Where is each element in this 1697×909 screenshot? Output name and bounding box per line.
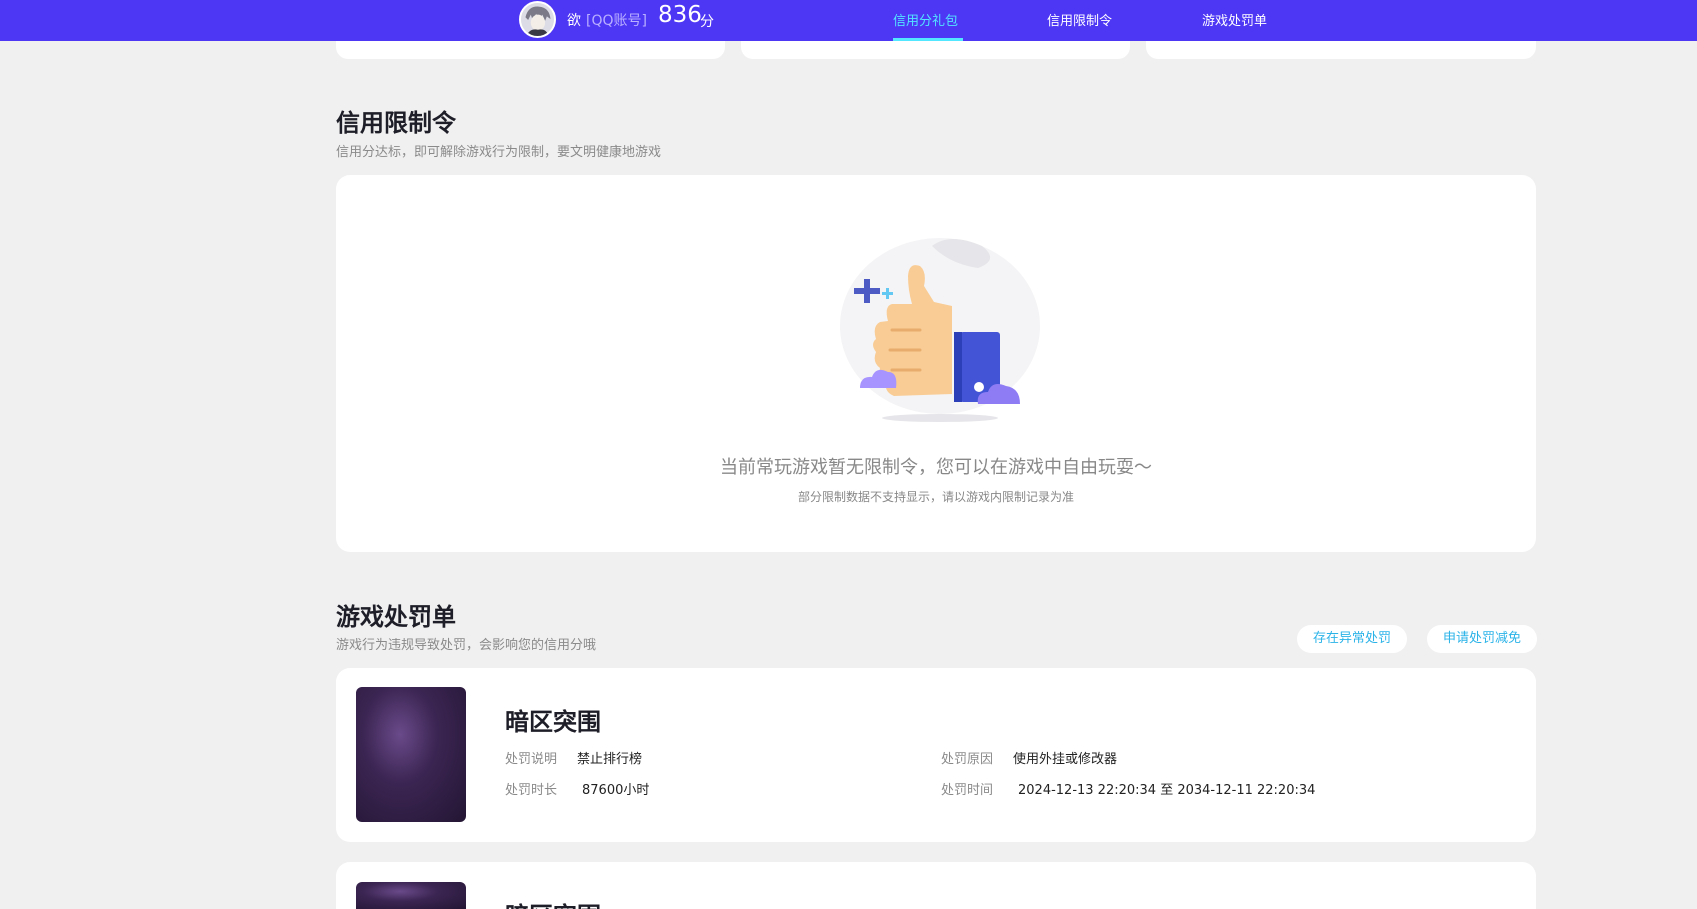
penalty-time-label: 处罚时间 xyxy=(941,783,994,798)
thumbs-up-illustration xyxy=(832,232,1047,427)
credit-score-unit: 分 xyxy=(700,14,714,30)
penalty-section-title: 游戏处罚单 xyxy=(336,603,456,631)
penalty-desc-value: 禁止排行榜 xyxy=(577,752,643,767)
restriction-section-title: 信用限制令 xyxy=(336,109,456,137)
appeal-penalty-button[interactable]: 申请处罚减免 xyxy=(1427,625,1537,653)
penalty-duration-value: 87600小时 xyxy=(582,783,650,798)
empty-state-note: 部分限制数据不支持显示，请以游戏内限制记录为准 xyxy=(797,490,1074,504)
penalty-section-subtitle: 游戏行为违规导致处罚，会影响您的信用分哦 xyxy=(336,638,597,653)
game-thumbnail xyxy=(356,687,466,822)
restriction-section-subtitle: 信用分达标，即可解除游戏行为限制，要文明健康地游戏 xyxy=(336,145,662,160)
avatar[interactable] xyxy=(519,1,556,38)
penalty-game-title-clip: 暗区突围 xyxy=(505,888,705,909)
nav-game-penalty[interactable]: 游戏处罚单 xyxy=(1202,10,1267,29)
nav-credit-gift[interactable]: 信用分礼包 xyxy=(893,10,958,29)
top-bar: 欲 [QQ账号] 836 分 信用分礼包 信用限制令 游戏处罚单 xyxy=(0,0,1697,41)
credit-score: 836 xyxy=(658,2,702,28)
penalty-duration-label: 处罚时长 xyxy=(505,783,558,798)
empty-state-message: 当前常玩游戏暂无限制令，您可以在游戏中自由玩耍～ xyxy=(720,457,1152,478)
penalty-reason-value: 使用外挂或修改器 xyxy=(1013,752,1118,767)
nav-active-indicator xyxy=(893,38,963,41)
penalty-reason-label: 处罚原因 xyxy=(941,752,994,767)
penalty-game-title: 暗区突围 xyxy=(505,896,601,909)
game-thumbnail xyxy=(356,882,466,909)
penalty-desc-label: 处罚说明 xyxy=(505,752,558,767)
penalty-game-title: 暗区突围 xyxy=(505,708,601,736)
account-type: [QQ账号] xyxy=(586,13,647,29)
penalty-time-value: 2024-12-13 22:20:34 至 2034-12-11 22:20:3… xyxy=(1018,783,1316,798)
nav-credit-restriction[interactable]: 信用限制令 xyxy=(1047,10,1112,29)
abnormal-penalty-button[interactable]: 存在异常处罚 xyxy=(1297,625,1407,653)
username: 欲 xyxy=(567,13,581,29)
